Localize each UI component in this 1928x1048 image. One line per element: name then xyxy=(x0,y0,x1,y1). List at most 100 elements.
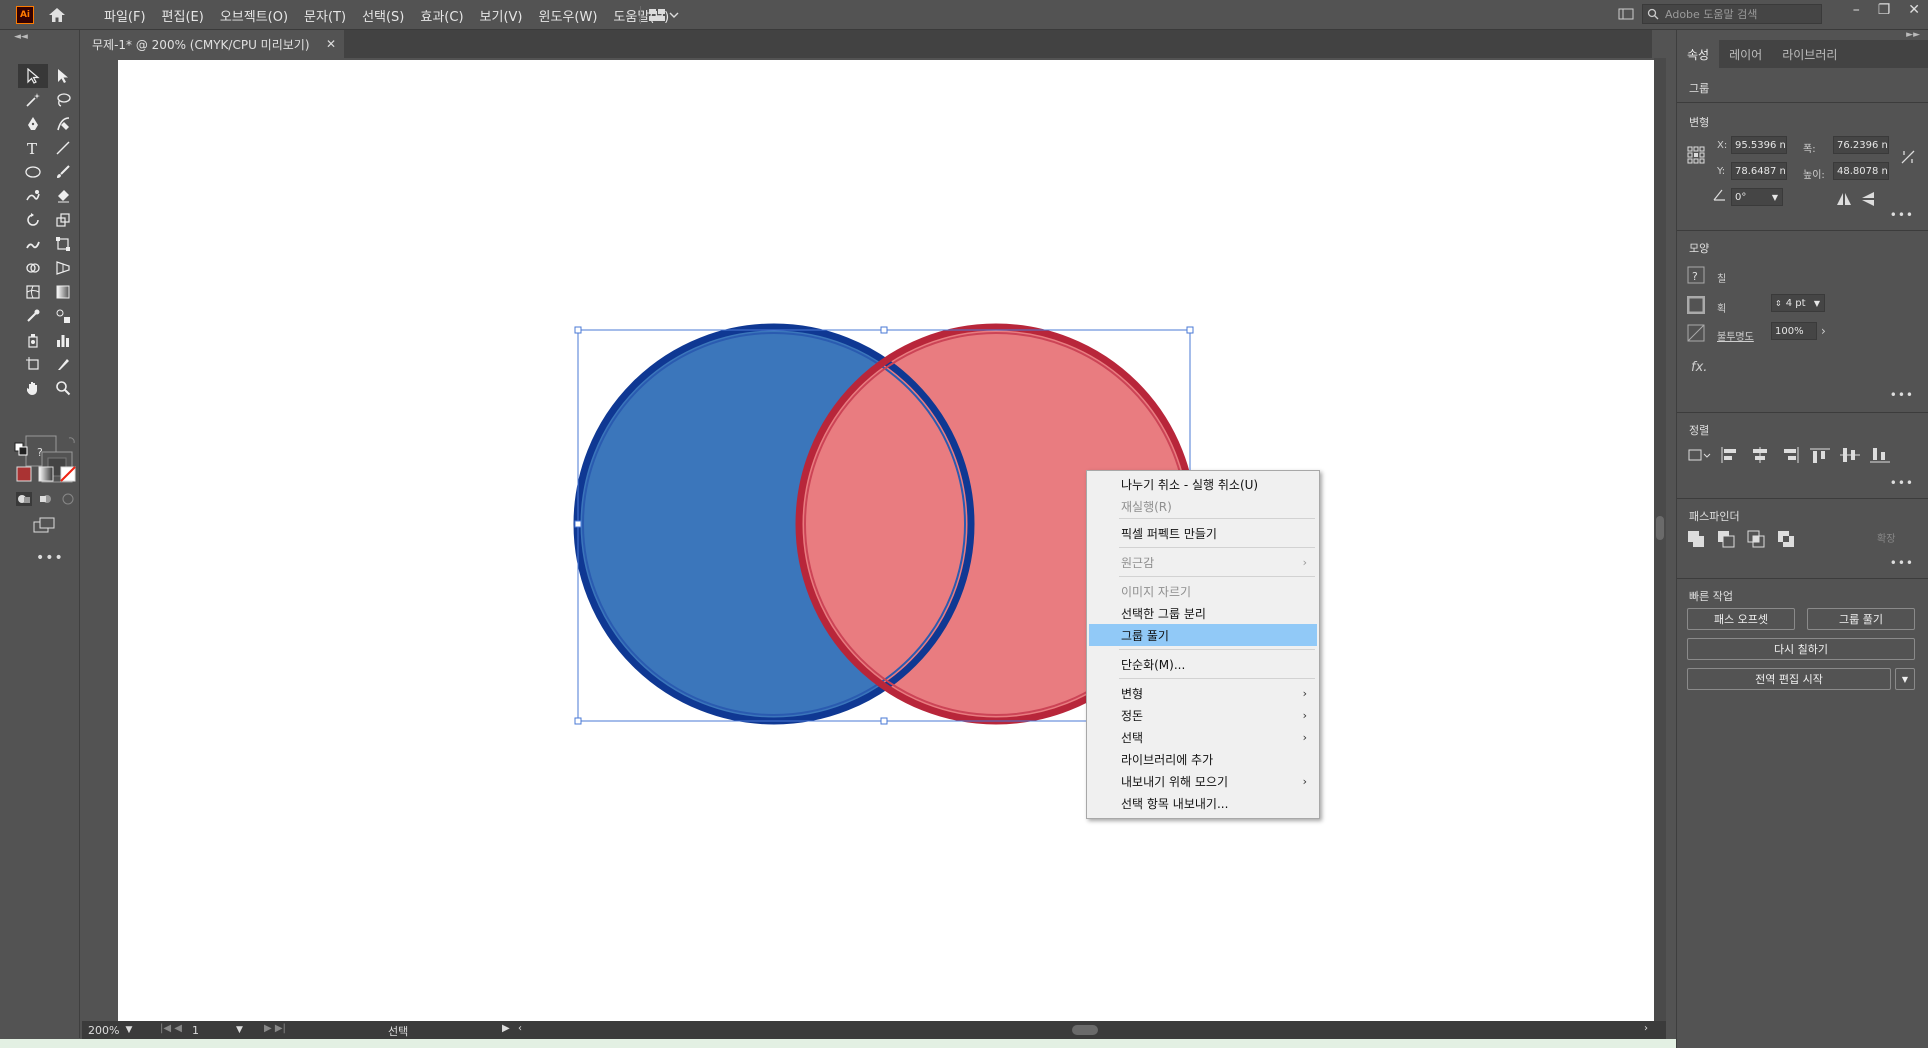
unite-icon[interactable] xyxy=(1687,530,1705,548)
zoom-tool-icon[interactable] xyxy=(48,376,78,400)
curvature-tool-icon[interactable] xyxy=(48,112,78,136)
artboard[interactable] xyxy=(118,60,1656,1023)
minimize-icon[interactable]: – xyxy=(1853,2,1860,18)
selection-handle[interactable] xyxy=(1186,326,1194,334)
fill-swatch-icon[interactable]: ? xyxy=(1687,266,1705,284)
menu-file[interactable]: 파일(F) xyxy=(96,6,154,25)
document-tab[interactable]: 무제-1* @ 200% (CMYK/CPU 미리보기) ✕ xyxy=(82,30,344,58)
reference-point-icon[interactable] xyxy=(1687,146,1705,164)
selection-handle[interactable] xyxy=(880,326,888,334)
ctx-collect-for-export[interactable]: 내보내기 위해 모으기 › xyxy=(1089,770,1317,792)
selection-handle[interactable] xyxy=(880,717,888,725)
vertical-scrollbar[interactable] xyxy=(1654,58,1666,1021)
flip-horizontal-icon[interactable] xyxy=(1835,190,1853,208)
magic-wand-icon[interactable] xyxy=(18,88,48,112)
selection-handle[interactable] xyxy=(574,520,582,528)
tab-layers[interactable]: 레이어 xyxy=(1719,40,1772,68)
ellipse-tool-icon[interactable] xyxy=(18,160,48,184)
intersect-icon[interactable] xyxy=(1747,530,1765,548)
opacity-label[interactable]: 불투명도 xyxy=(1717,328,1754,343)
draw-behind-icon[interactable] xyxy=(38,492,54,506)
more-options-icon[interactable]: ••• xyxy=(1890,556,1914,570)
mesh-tool-icon[interactable] xyxy=(18,280,48,304)
shape-builder-icon[interactable] xyxy=(18,256,48,280)
align-top-icon[interactable] xyxy=(1809,446,1831,464)
menu-edit[interactable]: 편집(E) xyxy=(154,6,212,25)
free-transform-icon[interactable] xyxy=(48,232,78,256)
selection-handle[interactable] xyxy=(574,326,582,334)
recolor-button[interactable]: 다시 칠하기 xyxy=(1687,638,1915,660)
menu-window[interactable]: 윈도우(W) xyxy=(531,6,606,25)
shaper-tool-icon[interactable] xyxy=(18,184,48,208)
offset-path-button[interactable]: 패스 오프셋 xyxy=(1687,608,1795,630)
selection-handle[interactable] xyxy=(574,717,582,725)
global-edit-dropdown[interactable]: ▼ xyxy=(1895,668,1915,690)
paintbrush-icon[interactable] xyxy=(48,160,78,184)
ctx-perspective[interactable]: 원근감 › xyxy=(1089,551,1317,573)
draw-inside-icon[interactable] xyxy=(60,492,76,506)
collapse-icon[interactable]: ◄◄ xyxy=(14,32,28,42)
more-options-icon[interactable]: ••• xyxy=(1890,476,1914,490)
menu-type[interactable]: 문자(T) xyxy=(296,6,354,25)
close-icon[interactable]: ✕ xyxy=(1908,2,1920,18)
exclude-icon[interactable] xyxy=(1777,530,1795,548)
canvas-area[interactable] xyxy=(82,58,1656,1023)
scale-tool-icon[interactable] xyxy=(48,208,78,232)
home-icon[interactable] xyxy=(46,5,68,25)
ctx-arrange[interactable]: 정돈 › xyxy=(1089,704,1317,726)
tab-libraries[interactable]: 라이브러리 xyxy=(1772,40,1847,68)
page-nav-first-icon[interactable]: |◀ ◀ xyxy=(160,1023,182,1034)
panel-toggle-icon[interactable] xyxy=(1618,7,1634,21)
help-search-input[interactable]: Adobe 도움말 검색 xyxy=(1642,4,1822,24)
ctx-pixel-perfect[interactable]: 픽셀 퍼펙트 만들기 xyxy=(1089,522,1317,544)
ctx-crop-image[interactable]: 이미지 자르기 xyxy=(1089,580,1317,602)
ctx-simplify[interactable]: 단순화(M)... xyxy=(1089,653,1317,675)
line-tool-icon[interactable] xyxy=(48,136,78,160)
tab-properties[interactable]: 속성 xyxy=(1677,40,1720,68)
color-mode-icon[interactable] xyxy=(16,466,32,482)
column-graph-icon[interactable] xyxy=(48,328,78,352)
ctx-undo[interactable]: 나누기 취소 - 실행 취소(U) xyxy=(1089,473,1317,495)
more-options-icon[interactable]: ••• xyxy=(1890,388,1914,402)
constrain-proportions-icon[interactable] xyxy=(1899,148,1917,166)
chevron-right-icon[interactable]: › xyxy=(1821,324,1826,338)
draw-normal-icon[interactable] xyxy=(16,492,32,506)
default-colors-icon[interactable] xyxy=(14,442,28,456)
align-bottom-icon[interactable] xyxy=(1869,446,1891,464)
global-edit-button[interactable]: 전역 편집 시작 xyxy=(1687,668,1891,690)
lasso-icon[interactable] xyxy=(48,88,78,112)
none-mode-icon[interactable] xyxy=(60,466,76,482)
align-right-icon[interactable] xyxy=(1779,446,1801,464)
ctx-export-selection[interactable]: 선택 항목 내보내기... xyxy=(1089,792,1317,814)
y-field[interactable]: 78.6487 n xyxy=(1731,162,1787,180)
pen-tool-icon[interactable] xyxy=(18,112,48,136)
more-options-icon[interactable]: ••• xyxy=(1890,208,1914,222)
ctx-select[interactable]: 선택 › xyxy=(1089,726,1317,748)
width-field[interactable]: 76.2396 n xyxy=(1833,136,1889,154)
workspace-switcher[interactable] xyxy=(640,6,680,24)
vertical-scroll-thumb[interactable] xyxy=(1656,516,1664,540)
x-field[interactable]: 95.5396 n xyxy=(1731,136,1787,154)
height-field[interactable]: 48.8078 n xyxy=(1833,162,1889,180)
ctx-isolate-group[interactable]: 선택한 그룹 분리 xyxy=(1089,602,1317,624)
hand-tool-icon[interactable] xyxy=(18,376,48,400)
ctx-ungroup[interactable]: 그룹 풀기 xyxy=(1089,624,1317,646)
screen-mode-icon[interactable] xyxy=(32,516,56,536)
symbol-sprayer-icon[interactable] xyxy=(18,328,48,352)
eyedropper-icon[interactable] xyxy=(18,304,48,328)
minus-front-icon[interactable] xyxy=(1717,530,1735,548)
angle-field[interactable]: 0° ▼ xyxy=(1731,188,1783,206)
ctx-transform[interactable]: 변형 › xyxy=(1089,682,1317,704)
panel-collapse-icon[interactable]: ►► xyxy=(1906,30,1920,40)
gradient-mode-icon[interactable] xyxy=(38,466,54,482)
direct-selection-tool-icon[interactable] xyxy=(48,64,78,88)
artwork[interactable] xyxy=(118,60,1656,1023)
slice-tool-icon[interactable] xyxy=(48,352,78,376)
blend-tool-icon[interactable] xyxy=(48,304,78,328)
align-to-icon[interactable] xyxy=(1687,446,1711,464)
selection-tool-icon[interactable] xyxy=(18,64,48,88)
warp-tool-icon[interactable] xyxy=(18,232,48,256)
hscroll-right-icon[interactable]: › xyxy=(1644,1023,1648,1034)
horizontal-scroll-thumb[interactable] xyxy=(1072,1025,1098,1035)
ctx-redo[interactable]: 재실행(R) xyxy=(1089,495,1317,517)
